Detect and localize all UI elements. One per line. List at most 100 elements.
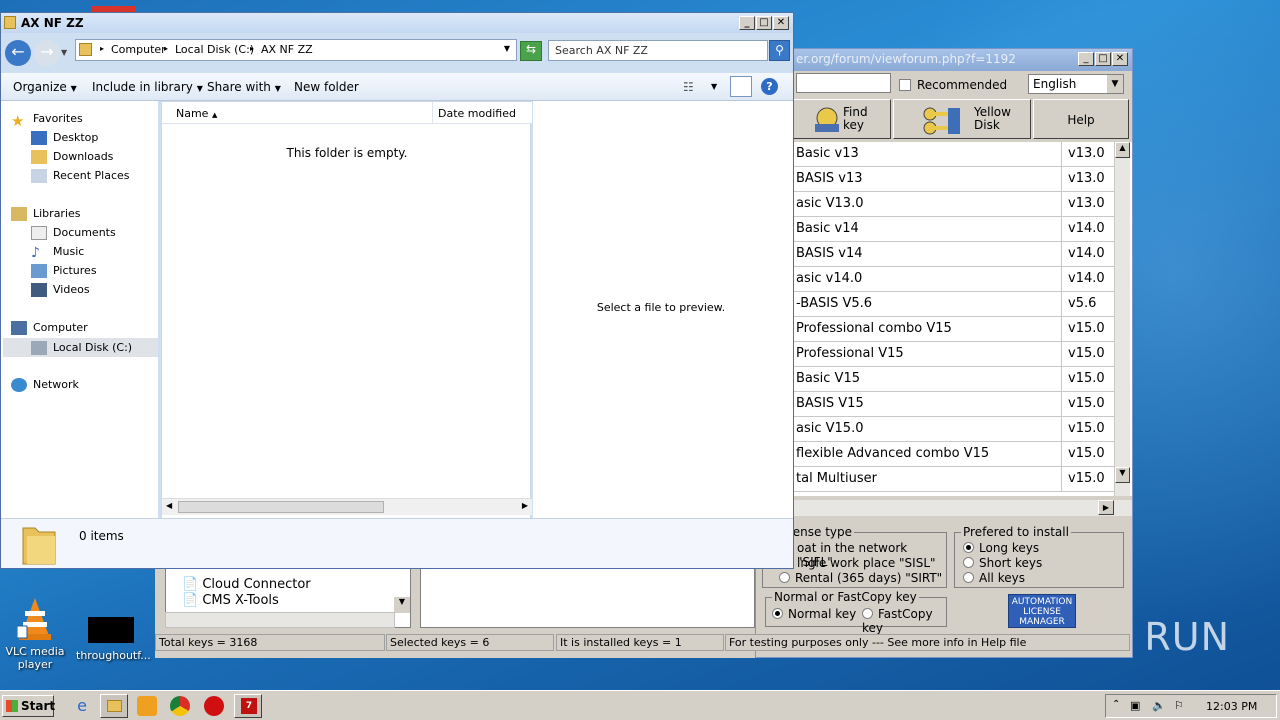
refresh-icon[interactable]: ⇆ (520, 41, 542, 61)
chevron-down-icon: ▼ (274, 84, 281, 93)
key-list-row[interactable]: BASIS v14 v14.0 (756, 242, 1114, 267)
chevron-down-icon[interactable]: ▼ (504, 44, 510, 53)
nav-network[interactable]: Network (11, 375, 79, 394)
opera-icon[interactable] (204, 696, 224, 716)
minimize-button[interactable]: _ (1078, 52, 1094, 66)
breadcrumb-current-folder[interactable]: AX NF ZZ (261, 43, 313, 56)
key-list-row[interactable]: BASIS V15 v15.0 (756, 392, 1114, 417)
license-manager-taskbar-button[interactable]: 7 (234, 694, 262, 718)
search-field[interactable] (796, 73, 891, 93)
help-icon[interactable]: ? (761, 78, 778, 95)
normal-key-radio[interactable]: Normal key (772, 607, 856, 621)
scroll-right-arrow-icon[interactable]: ▶ (522, 501, 528, 510)
scroll-left-arrow-icon[interactable]: ◀ (166, 501, 172, 510)
start-label: Start (21, 699, 56, 713)
key-list-row[interactable]: -BASIS V5.6 v5.6 (756, 292, 1114, 317)
key-list-row[interactable]: asic v14.0 v14.0 (756, 267, 1114, 292)
key-list-row[interactable]: asic V13.0 v13.0 (756, 192, 1114, 217)
nav-music[interactable]: ♪ Music (31, 242, 84, 261)
scroll-up-arrow-icon[interactable]: ▲ (1115, 142, 1130, 158)
fastcopy-key-radio[interactable]: FastCopy key (862, 607, 946, 635)
breadcrumb-local-disk[interactable]: Local Disk (C:) (175, 43, 254, 56)
key-list-row[interactable]: BASIS v13 v13.0 (756, 167, 1114, 192)
key-list-row[interactable]: Professional V15 v15.0 (756, 342, 1114, 367)
network-tray-icon[interactable]: ▣ (1130, 699, 1140, 712)
language-select[interactable]: English ▼ (1028, 74, 1124, 94)
file-list-hscrollbar[interactable]: ◀ ▶ (162, 498, 532, 515)
explorer-taskbar-button[interactable] (100, 694, 128, 718)
nav-videos[interactable]: Videos (31, 280, 90, 299)
view-options-icon[interactable]: ☷ (683, 80, 694, 94)
key-list-row[interactable]: asic V15.0 v15.0 (756, 417, 1114, 442)
organize-button[interactable]: Organize ▼ (13, 80, 77, 94)
tree-hscrollbar[interactable] (165, 612, 395, 628)
nav-pictures[interactable]: Pictures (31, 261, 97, 280)
key-list-row[interactable]: flexible Advanced combo V15 v15.0 (756, 442, 1114, 467)
scroll-right-arrow-icon[interactable]: ▶ (1098, 500, 1114, 515)
navigation-pane: ★ Favorites Desktop Downloads Recent Plac… (1, 101, 158, 518)
key-list-row[interactable]: Basic V15 v15.0 (756, 367, 1114, 392)
scroll-down-arrow-icon[interactable]: ▼ (394, 597, 410, 613)
column-divider[interactable] (432, 102, 433, 124)
automation-license-manager-button[interactable]: AUTOMATION LICENSE MANAGER (1008, 594, 1076, 628)
breadcrumb-computer[interactable]: Computer (111, 43, 166, 56)
maximize-button[interactable]: □ (756, 16, 772, 30)
back-arrow-icon[interactable]: ← (5, 40, 31, 66)
desktop-icon-file[interactable]: throughoutf... (76, 612, 151, 662)
start-button[interactable]: Start (2, 695, 56, 717)
short-keys-radio[interactable]: Short keys (963, 556, 1042, 570)
yellow-disk-button[interactable]: Yellow Disk (893, 99, 1031, 139)
key-list-scrollbar[interactable]: ▲ ▼ (1114, 142, 1130, 496)
scroll-thumb[interactable] (178, 501, 384, 513)
nav-local-disk[interactable]: Local Disk (C:) (31, 338, 132, 357)
key-list-row[interactable]: Professional combo V15 v15.0 (756, 317, 1114, 342)
close-button[interactable]: ✕ (773, 16, 789, 30)
volume-icon[interactable]: 🔈 (1152, 699, 1166, 712)
nav-documents[interactable]: Documents (31, 223, 116, 242)
tree-item[interactable]: 📄 Cloud Connector (182, 577, 311, 592)
close-button[interactable]: ✕ (1112, 52, 1128, 66)
include-in-library-button[interactable]: Include in library ▼ (92, 80, 203, 94)
chevron-down-icon[interactable]: ▼ (711, 82, 717, 91)
recommended-checkbox[interactable]: Recommended (899, 78, 1007, 92)
help-button[interactable]: Help (1033, 99, 1129, 139)
key-version: v15.0 (1061, 392, 1105, 417)
column-date-modified[interactable]: Date modified (438, 107, 516, 120)
recent-pages-chevron-icon[interactable]: ▼ (61, 48, 67, 57)
all-keys-radio[interactable]: All keys (963, 571, 1025, 585)
internet-explorer-icon[interactable]: e (72, 696, 92, 716)
search-icon[interactable]: ⚲ (769, 40, 790, 61)
desktop-icon-vlc[interactable]: VLC media player (0, 596, 70, 671)
clock[interactable]: 12:03 PM (1206, 700, 1257, 713)
forward-arrow-icon[interactable]: → (34, 40, 60, 66)
nav-computer[interactable]: Computer (11, 318, 88, 337)
address-bar[interactable]: ▸ Computer ▸ Local Disk (C:) ▸ AX NF ZZ … (75, 39, 517, 61)
chrome-icon[interactable] (170, 696, 190, 716)
copy-mode-group: Normal or FastCopy key Normal key FastCo… (765, 590, 947, 635)
minimize-button[interactable]: _ (739, 16, 755, 30)
action-center-flag-icon[interactable]: ⚐ (1174, 699, 1184, 712)
media-player-icon[interactable] (137, 696, 157, 716)
scroll-down-arrow-icon[interactable]: ▼ (1115, 467, 1130, 483)
preview-pane-icon[interactable] (730, 76, 752, 97)
key-list-hscrollbar[interactable]: ▶ (756, 500, 1132, 516)
key-list-row[interactable]: Basic v14 v14.0 (756, 217, 1114, 242)
maximize-button[interactable]: □ (1095, 52, 1111, 66)
new-folder-button[interactable]: New folder (294, 80, 359, 94)
license-option-rental[interactable]: Rental (365 days) "SIRT" (779, 571, 942, 585)
license-option-single[interactable]: ingle work place "SISL" (797, 556, 936, 570)
long-keys-radio[interactable]: Long keys (963, 541, 1039, 555)
show-hidden-icons-icon[interactable]: ⌃ (1112, 699, 1120, 710)
column-name[interactable]: Name ▲ (176, 107, 217, 120)
nav-downloads[interactable]: Downloads (31, 147, 113, 166)
nav-libraries[interactable]: Libraries (11, 204, 81, 223)
tree-item[interactable]: 📄 CMS X-Tools (182, 593, 279, 608)
search-input[interactable]: Search AX NF ZZ (548, 40, 768, 61)
share-with-button[interactable]: Share with ▼ (207, 80, 281, 94)
key-list-row[interactable]: Basic v13 v13.0 (756, 142, 1114, 167)
find-key-button[interactable]: Find key (792, 99, 891, 139)
key-list-row[interactable]: tal Multiuser v15.0 (756, 467, 1114, 492)
nav-desktop[interactable]: Desktop (31, 128, 98, 147)
nav-favorites[interactable]: ★ Favorites (11, 109, 83, 130)
nav-recent-places[interactable]: Recent Places (31, 166, 130, 185)
